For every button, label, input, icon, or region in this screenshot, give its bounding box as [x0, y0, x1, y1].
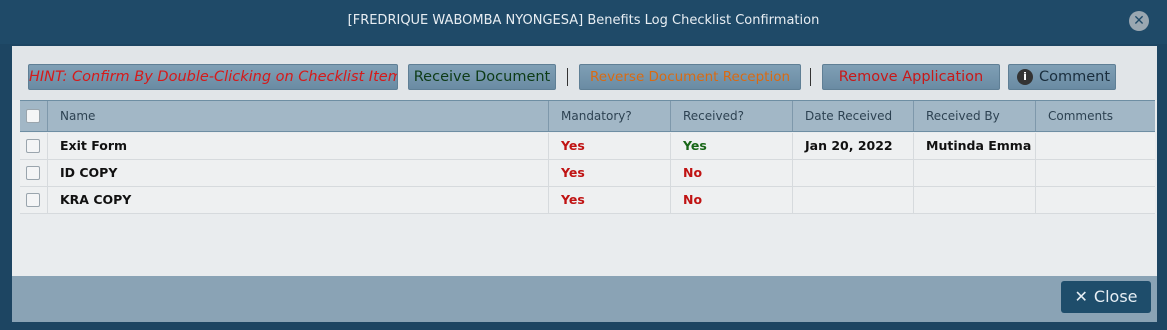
cell-comments	[1036, 187, 1155, 213]
row-select-cell	[20, 160, 48, 186]
column-header-name[interactable]: Name	[48, 101, 549, 131]
grid-header: Name Mandatory? Received? Date Received …	[20, 100, 1155, 132]
row-checkbox[interactable]	[26, 139, 40, 153]
table-row[interactable]: KRA COPY Yes No	[20, 187, 1155, 214]
cell-mandatory: Yes	[549, 187, 671, 213]
cell-received-by	[914, 187, 1036, 213]
close-button[interactable]: ✕ Close	[1061, 281, 1151, 313]
cell-received: No	[671, 187, 793, 213]
header-select-cell	[20, 101, 48, 131]
cell-received: No	[671, 160, 793, 186]
cell-comments	[1036, 133, 1155, 159]
remove-application-button[interactable]: Remove Application	[822, 64, 1000, 90]
cell-mandatory: Yes	[549, 133, 671, 159]
close-icon: ✕	[1074, 287, 1088, 306]
row-checkbox[interactable]	[26, 166, 40, 180]
cell-mandatory: Yes	[549, 160, 671, 186]
comment-button-label: Comment	[1039, 69, 1111, 85]
column-header-received-by[interactable]: Received By	[914, 101, 1036, 131]
toolbar-separator	[810, 68, 811, 86]
cell-received: Yes	[671, 133, 793, 159]
cell-name: KRA COPY	[48, 187, 549, 213]
info-icon: i	[1017, 69, 1033, 85]
toolbar-separator	[567, 68, 568, 86]
select-all-checkbox[interactable]	[26, 109, 40, 123]
toolbar: HINT: Confirm By Double-Clicking on Chec…	[12, 46, 1157, 100]
comment-button[interactable]: i Comment	[1008, 64, 1116, 90]
dialog-footer: ✕ Close	[12, 276, 1157, 322]
title-bar: [FREDRIQUE WABOMBA NYONGESA] Benefits Lo…	[0, 0, 1167, 44]
checklist-dialog: [FREDRIQUE WABOMBA NYONGESA] Benefits Lo…	[0, 0, 1167, 330]
dialog-title: [FREDRIQUE WABOMBA NYONGESA] Benefits Lo…	[347, 13, 820, 28]
reverse-document-reception-button[interactable]: Reverse Document Reception	[579, 64, 801, 90]
cell-comments	[1036, 160, 1155, 186]
close-icon[interactable]: ✕	[1129, 11, 1149, 31]
cell-date-received	[793, 187, 914, 213]
table-row[interactable]: ID COPY Yes No	[20, 160, 1155, 187]
cell-name: ID COPY	[48, 160, 549, 186]
row-checkbox[interactable]	[26, 193, 40, 207]
hint-button[interactable]: HINT: Confirm By Double-Clicking on Chec…	[28, 64, 398, 90]
row-select-cell	[20, 133, 48, 159]
cell-name: Exit Form	[48, 133, 549, 159]
receive-document-button[interactable]: Receive Document	[408, 64, 556, 90]
cell-received-by	[914, 160, 1036, 186]
column-header-received[interactable]: Received?	[671, 101, 793, 131]
row-select-cell	[20, 187, 48, 213]
column-header-comments[interactable]: Comments	[1036, 101, 1155, 131]
cell-date-received: Jan 20, 2022	[793, 133, 914, 159]
column-header-mandatory[interactable]: Mandatory?	[549, 101, 671, 131]
close-button-label: Close	[1093, 287, 1138, 306]
column-header-date-received[interactable]: Date Received	[793, 101, 914, 131]
cell-date-received	[793, 160, 914, 186]
table-row[interactable]: Exit Form Yes Yes Jan 20, 2022 Mutinda E…	[20, 133, 1155, 160]
cell-received-by: Mutinda Emma	[914, 133, 1036, 159]
